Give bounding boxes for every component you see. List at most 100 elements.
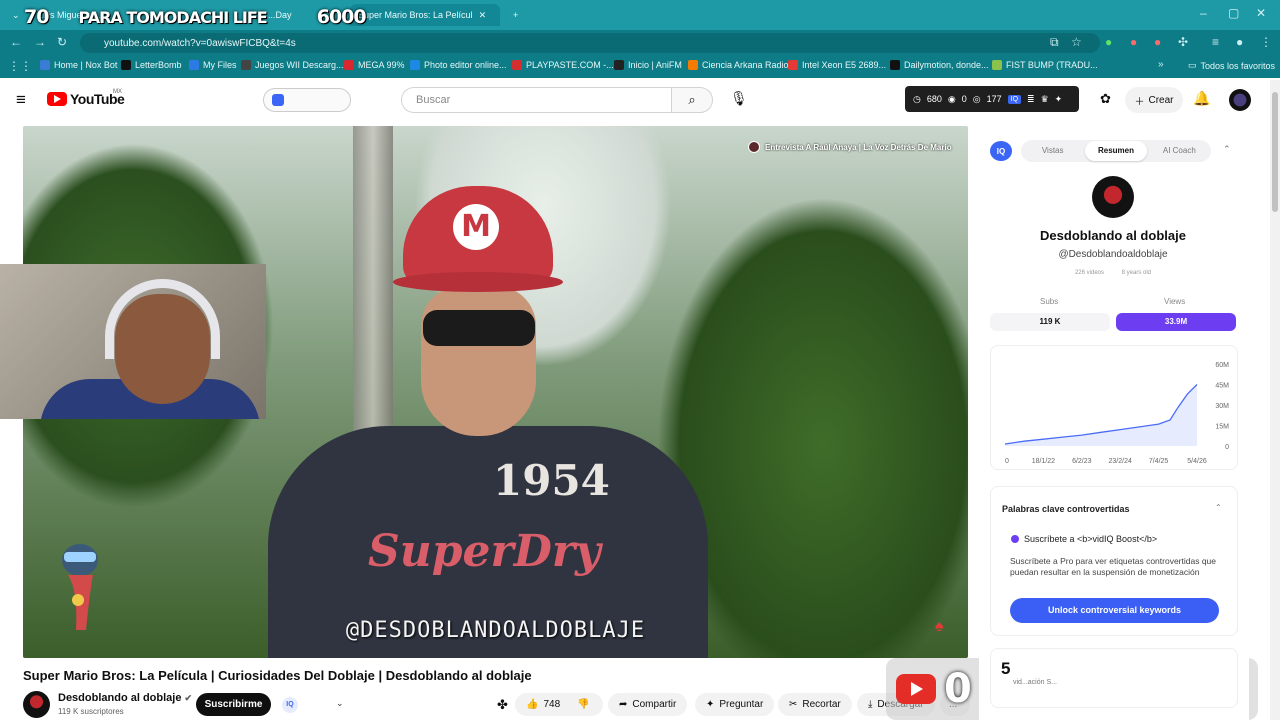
bookmark-favicon-icon — [992, 60, 1002, 70]
bookmark-favicon-icon — [512, 60, 522, 70]
chart-x-tick-label: 7/4/25 — [1149, 458, 1169, 465]
bookmark-item[interactable]: Intel Xeon E5 2689... — [788, 60, 886, 70]
expand-icon: ✦ — [1054, 93, 1063, 104]
bookmark-item[interactable]: Home | Nox Bot — [40, 60, 117, 70]
channel-name[interactable]: Desdoblando al doblaje ✔ — [58, 692, 192, 704]
views-label: Views — [1164, 297, 1186, 306]
new-tab-icon[interactable]: + — [505, 4, 525, 26]
chevron-down-icon[interactable]: ⌄ — [336, 698, 344, 709]
address-bar-row: ← → ↻ youtube.com/watch?v=0awiswFICBQ&t=… — [0, 30, 1280, 56]
reload-icon[interactable]: ↻ — [57, 35, 67, 49]
tab-ai-coach[interactable]: AI Coach — [1149, 141, 1210, 161]
all-bookmarks-folder[interactable]: ▭ Todos los favoritos — [1188, 60, 1275, 71]
ext-stat-b: 0 — [961, 94, 967, 104]
vidiq-badge-icon: IQ — [1007, 94, 1022, 104]
bookmark-label: MEGA 99% — [358, 60, 405, 70]
extension-3-icon[interactable]: ● — [1154, 35, 1161, 49]
forward-icon[interactable]: → — [34, 35, 46, 49]
tab-close-icon[interactable]: ✕ — [479, 10, 487, 21]
microphone-icon[interactable]: 🎙 — [730, 90, 748, 107]
bookmark-label: FIST BUMP (TRADU... — [1006, 60, 1098, 70]
bookmark-item[interactable]: MEGA 99% — [344, 60, 405, 70]
profile-icon[interactable]: ● — [1236, 35, 1243, 49]
cap-brim — [393, 272, 563, 292]
create-button[interactable]: ＋ Crear — [1125, 87, 1183, 113]
menu-list-icon[interactable]: ≡ — [1212, 35, 1219, 49]
collapse-chevron-icon[interactable]: ⌃ — [1223, 144, 1231, 155]
vidiq-search-field[interactable] — [263, 88, 351, 112]
bookmark-label: LetterBomb — [135, 60, 182, 70]
gift-icon[interactable]: ✿ — [1100, 91, 1111, 107]
bookmark-item[interactable]: Dailymotion, donde... — [890, 60, 989, 70]
share-label: Compartir — [632, 699, 677, 710]
tab-resumen[interactable]: Resumen — [1085, 141, 1147, 161]
bookmark-favicon-icon — [788, 60, 798, 70]
minimize-icon[interactable]: – — [1200, 6, 1207, 20]
ext-stat-a: 680 — [926, 94, 942, 104]
maximize-icon[interactable]: ▢ — [1228, 6, 1239, 20]
bookmark-item[interactable]: PLAYPASTE.COM -... — [512, 60, 614, 70]
search-button[interactable]: ⌕ — [671, 87, 713, 113]
thumbs-up-icon[interactable]: 👍 — [526, 699, 538, 710]
ask-button[interactable]: ✦ Preguntar — [695, 693, 775, 716]
apps-grid-icon[interactable]: ⋮⋮ — [8, 59, 32, 73]
extension-icon[interactable]: ● — [1105, 35, 1112, 49]
stream-goal-overlay: 70 PARA TOMODACHI LIFE 6000 — [24, 4, 367, 30]
url-input[interactable]: youtube.com/watch?v=0awiswFICBQ&t=4s — [80, 33, 1100, 53]
bookmark-label: Intel Xeon E5 2689... — [802, 60, 887, 70]
views-toggle[interactable]: 33.9M — [1116, 313, 1236, 331]
bookmark-item[interactable]: Juegos WII Descarg... — [241, 60, 344, 70]
vidiq-side-panel: IQ Vistas Resumen AI Coach ⌃ Desdoblando… — [979, 128, 1249, 720]
bookmark-item[interactable]: LetterBomb — [121, 60, 182, 70]
clip-button[interactable]: ✂ Recortar — [778, 693, 852, 716]
ask-label: Preguntar — [719, 699, 764, 710]
bookmarks-overflow-icon[interactable]: » — [1158, 59, 1164, 70]
kebab-menu-icon[interactable]: ⋮ — [1260, 35, 1272, 49]
streamer-webcam — [0, 264, 266, 419]
page-scrollbar[interactable] — [1270, 80, 1280, 720]
bookmark-label: Inicio | AniFM — [628, 60, 682, 70]
vidiq-logo-icon[interactable]: IQ — [990, 141, 1012, 161]
eye-off-icon: ◎ — [972, 93, 981, 104]
bookmarks-bar: ⋮⋮ Home | Nox Bot LetterBomb My Files Ju… — [0, 56, 1280, 78]
extension-2-icon[interactable]: ● — [1130, 35, 1137, 49]
subs-toggle[interactable]: 119 K — [990, 313, 1110, 331]
unlock-keywords-button[interactable]: Unlock controversial keywords — [1010, 598, 1219, 623]
controversial-description: Suscríbete a Pro para ver etiquetas cont… — [1010, 556, 1217, 577]
bookmark-item[interactable]: My Files — [189, 60, 237, 70]
bookmark-star-icon[interactable]: ☆ — [1071, 35, 1082, 49]
vidiq-channel-icon[interactable]: IQ — [282, 697, 298, 713]
tab-vistas[interactable]: Vistas — [1022, 141, 1083, 161]
subscribe-button[interactable]: Suscribirme — [196, 693, 271, 716]
close-window-icon[interactable]: ✕ — [1256, 6, 1266, 20]
bookmark-label: Ciencia Arkana Radio — [702, 60, 789, 70]
channel-avatar[interactable] — [23, 691, 50, 718]
search-input[interactable]: Buscar — [401, 87, 671, 113]
vidiq-sparkle-icon[interactable]: ✤ — [497, 697, 508, 713]
tab-search-icon[interactable]: ⌄ — [4, 4, 24, 26]
hamburger-menu-icon[interactable]: ≡ — [16, 90, 26, 110]
back-icon[interactable]: ← — [10, 35, 22, 49]
vidiq-stats-bar[interactable]: ◷ 680 ◉ 0 ◎ 177 IQ ≣ ♛ ✦ — [905, 86, 1079, 112]
thumbs-down-icon[interactable]: 👎 — [577, 699, 589, 710]
like-count[interactable]: 748 — [543, 699, 560, 710]
install-icon[interactable]: ⧉ — [1050, 35, 1059, 50]
browser-tab-active[interactable]: Super Mario Bros: La Películ ✕ — [350, 4, 500, 26]
bookmark-item[interactable]: FIST BUMP (TRADU... — [992, 60, 1098, 70]
share-button[interactable]: ➦ Compartir — [608, 693, 688, 716]
notifications-bell-icon[interactable]: 🔔 — [1193, 90, 1210, 107]
bookmark-label: PLAYPASTE.COM -... — [526, 60, 614, 70]
scrollbar-thumb[interactable] — [1272, 92, 1278, 212]
stream-sticker-icon — [62, 544, 98, 630]
bookmark-item[interactable]: Inicio | AniFM — [614, 60, 682, 70]
collapse-chevron-icon[interactable]: ⌃ — [1215, 503, 1222, 512]
panel-channel-name: Desdoblando al doblaje — [1040, 228, 1186, 243]
bookmark-item[interactable]: Ciencia Arkana Radio — [688, 60, 789, 70]
caption-text: Entrevista A Raúl Anaya | La Voz Detrás … — [765, 142, 952, 152]
puzzle-icon[interactable]: ✣ — [1178, 35, 1188, 49]
bookmark-item[interactable]: Photo editor online... — [410, 60, 507, 70]
user-avatar[interactable] — [1229, 89, 1251, 111]
panel-bottom-card: 5 vid...ación S... — [990, 648, 1238, 708]
boost-icon — [1011, 535, 1019, 543]
youtube-logo-icon[interactable] — [47, 92, 67, 106]
